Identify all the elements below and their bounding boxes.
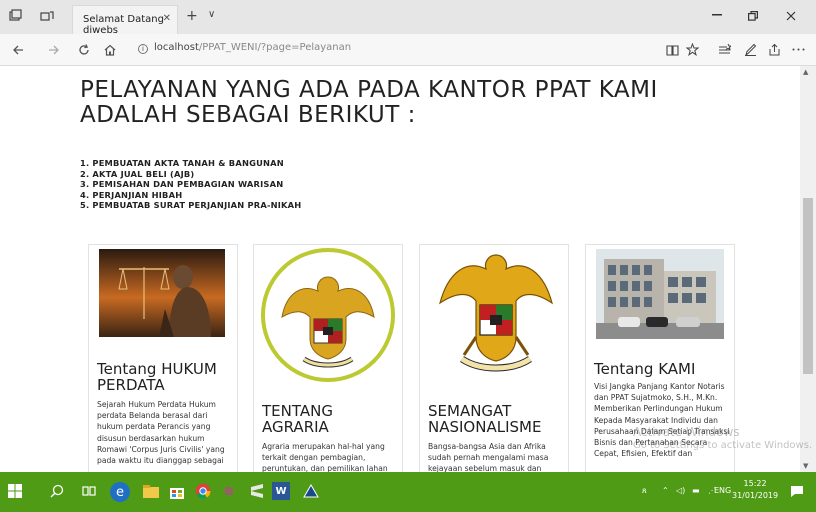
card-title: TENTANG AGRARIA <box>262 402 333 436</box>
word-icon[interactable]: W <box>272 482 290 500</box>
info-icon[interactable]: i <box>138 44 148 54</box>
address-bar: i localhost/PPAT_WENI/?page=Pelayanan <box>0 34 816 66</box>
battery-icon[interactable]: ▬ <box>692 486 700 495</box>
service-item: 4. PERJANJIAN HIBAH <box>80 189 183 200</box>
task-view-icon[interactable] <box>82 484 96 498</box>
input-language[interactable]: ENG <box>714 486 731 495</box>
people-icon[interactable]: ጸ <box>642 486 647 496</box>
tab-list-icon[interactable]: ∨ <box>208 9 215 20</box>
card-hukum-perdata[interactable]: Tentang HUKUM PERDATA Sejarah Hukum Perd… <box>88 244 238 472</box>
tab-preview-icon[interactable] <box>8 9 22 23</box>
url-host: localhost <box>154 42 199 53</box>
close-window-icon[interactable] <box>786 11 796 21</box>
card-agraria[interactable]: TENTANG AGRARIA Agraria merupakan hal-ha… <box>253 244 403 472</box>
services-list: 1. PEMBUATAN AKTA TANAH & BANGUNAN 2. AK… <box>80 158 301 211</box>
service-item: 1. PEMBUATAN AKTA TANAH & BANGUNAN <box>80 158 284 168</box>
garuda-pancasila-image <box>439 254 553 372</box>
activate-windows-watermark: Activate Windows Go to Settings to activ… <box>633 426 812 452</box>
search-icon[interactable] <box>50 484 64 498</box>
store-icon[interactable] <box>166 480 188 502</box>
lady-justice-image <box>99 249 225 337</box>
watermark-subtitle: Go to Settings to activate Windows. <box>633 440 813 451</box>
page-content: PELAYANAN YANG ADA PADA KANTOR PPAT KAMI… <box>0 66 800 472</box>
chrome-icon[interactable] <box>192 480 214 502</box>
card-text: Bangsa-bangsa Asia dan Afrika sudah pern… <box>428 442 549 472</box>
scrollbar-thumb[interactable] <box>803 198 813 374</box>
tab-title: Selamat Datang diwebs <box>83 14 164 36</box>
url-field[interactable]: i localhost/PPAT_WENI/?page=Pelayanan <box>138 42 351 54</box>
garuda-emblem-image <box>261 248 395 382</box>
browser-tab[interactable]: Selamat Datang diwebs ✕ <box>72 5 178 36</box>
app-icon[interactable] <box>300 480 322 502</box>
star-icon[interactable] <box>686 43 699 56</box>
scroll-up-icon[interactable]: ▲ <box>803 68 808 76</box>
windows-start-icon[interactable] <box>8 484 22 498</box>
browser-tab-bar: Selamat Datang diwebs ✕ + ∨ <box>0 0 816 36</box>
minimize-icon[interactable] <box>712 14 722 16</box>
volume-icon[interactable]: ◁) <box>676 486 685 495</box>
more-icon[interactable] <box>792 48 805 51</box>
hub-icon[interactable] <box>718 43 731 56</box>
card-nasionalisme[interactable]: SEMANGAT NASIONALISME Bangsa-bangsa Asia… <box>419 244 569 472</box>
back-arrow-icon[interactable] <box>12 44 24 56</box>
service-item: 2. AKTA JUAL BELI (AJB) <box>80 168 195 179</box>
service-item: 5. PEMBUATAB SURAT PERJANJIAN PRA-NIKAH <box>80 200 302 210</box>
new-tab-button[interactable]: + <box>186 8 198 24</box>
page-title: PELAYANAN YANG ADA PADA KANTOR PPAT KAMI… <box>80 77 658 128</box>
watermark-title: Activate Windows <box>633 425 740 439</box>
card-text: Sejarah Hukum Perdata Hukum perdata Bela… <box>97 400 225 466</box>
tray-chevron-icon[interactable]: ⌃ <box>662 486 669 495</box>
refresh-icon[interactable] <box>78 44 90 56</box>
notifications-icon[interactable] <box>790 484 804 498</box>
forward-arrow-icon[interactable] <box>48 44 60 56</box>
system-clock[interactable]: 15:22 31/01/2019 <box>732 478 778 502</box>
card-text: Agraria merupakan hal-hal yang terkait d… <box>262 442 388 472</box>
card-title: Tentang KAMI <box>594 360 696 378</box>
set-aside-tabs-icon[interactable] <box>40 9 54 23</box>
home-icon[interactable] <box>104 44 116 56</box>
pen-icon[interactable] <box>744 43 757 56</box>
reading-view-icon[interactable] <box>666 44 679 56</box>
sublime-icon[interactable] <box>246 480 268 502</box>
clock-time: 15:22 <box>743 479 767 488</box>
card-title: Tentang HUKUM PERDATA <box>97 360 217 394</box>
card-title: SEMANGAT NASIONALISME <box>428 402 542 436</box>
scroll-down-icon[interactable]: ▼ <box>803 462 808 470</box>
share-icon[interactable] <box>768 43 781 56</box>
file-explorer-icon[interactable] <box>140 480 162 502</box>
url-path: /PPAT_WENI/?page=Pelayanan <box>198 42 352 53</box>
service-item: 3. PEMISAHAN DAN PEMBAGIAN WARISAN <box>80 179 284 189</box>
office-building-image <box>596 249 724 339</box>
clock-date: 31/01/2019 <box>732 491 779 500</box>
edge-browser-icon[interactable]: e <box>110 482 130 502</box>
tab-close-icon[interactable]: ✕ <box>163 13 171 24</box>
winrar-icon[interactable]: ≋ <box>218 480 240 502</box>
restore-icon[interactable] <box>748 11 758 21</box>
windows-taskbar: e ≋ W ጸ ⌃ ◁) ▬ ⋰ ENG 15:22 31/01/2019 <box>0 472 816 512</box>
